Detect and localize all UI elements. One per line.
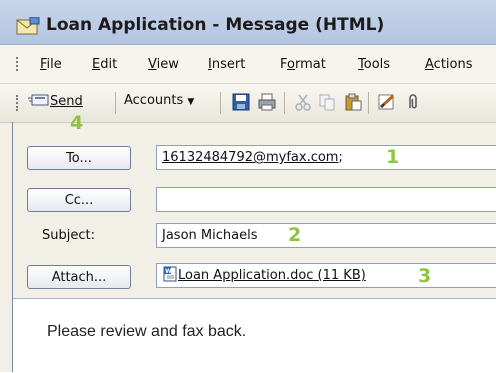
send-icon [28, 94, 49, 106]
dropdown-arrow-icon: ▼ [187, 97, 195, 107]
callout-number-4: 4 [70, 112, 84, 134]
menu-bar: File Edit View Insert Format Tools Actio… [0, 45, 496, 84]
paste-icon[interactable] [344, 93, 362, 111]
cc-button[interactable]: Cc... [27, 188, 131, 212]
callout-number-1: 1 [386, 146, 400, 168]
message-window: Loan Application - Message (HTML) File E… [0, 0, 496, 373]
cc-field[interactable] [156, 187, 496, 212]
message-body-text: Please review and fax back. [47, 323, 247, 340]
copy-icon[interactable] [318, 93, 336, 111]
menu-insert[interactable]: Insert [208, 57, 245, 72]
title-bar: Loan Application - Message (HTML) [0, 0, 496, 45]
message-envelope-icon [16, 17, 40, 35]
cut-icon[interactable] [294, 93, 312, 111]
accounts-button[interactable]: Accounts ▼ [124, 93, 194, 108]
menu-edit[interactable]: Edit [92, 57, 117, 72]
toolbar-separator [220, 92, 221, 114]
word-document-icon: W [163, 266, 177, 282]
toolbar-grip-handle[interactable] [16, 95, 21, 111]
menu-grip-handle[interactable] [16, 57, 21, 71]
subject-value: Jason Michaels [162, 228, 258, 243]
callout-number-2: 2 [288, 224, 302, 246]
menu-tools[interactable]: Tools [358, 57, 390, 72]
accounts-label: Accounts [124, 93, 184, 108]
check-names-icon[interactable] [378, 93, 396, 111]
menu-actions[interactable]: Actions [425, 57, 473, 72]
menu-file[interactable]: File [40, 57, 62, 72]
toolbar-separator [368, 92, 369, 114]
send-button[interactable]: Send [28, 92, 83, 109]
callout-number-3: 3 [418, 265, 432, 287]
to-recipient-address[interactable]: 16132484792@myfax.com [162, 150, 338, 165]
send-label: Send [50, 94, 83, 109]
svg-text:W: W [165, 268, 172, 275]
toolbar: Send Accounts ▼ 4 [0, 84, 496, 134]
toolbar-separator [115, 92, 116, 114]
attach-button[interactable]: Attach... [27, 265, 131, 289]
window-title: Loan Application - Message (HTML) [46, 15, 385, 35]
to-field[interactable]: 16132484792@myfax.com; [156, 145, 496, 170]
menu-view[interactable]: View [148, 57, 179, 72]
message-body[interactable]: Please review and fax back. [13, 298, 496, 373]
toolbar-separator [284, 92, 285, 114]
to-button[interactable]: To... [27, 146, 131, 170]
subject-label: Subject: [42, 228, 95, 243]
attachment-link[interactable]: Loan Application.doc (11 KB) [178, 268, 366, 283]
save-icon[interactable] [232, 93, 250, 111]
menu-format[interactable]: Format [280, 57, 326, 72]
attach-field[interactable]: W Loan Application.doc (11 KB) [156, 263, 496, 288]
print-icon[interactable] [258, 93, 276, 111]
subject-field[interactable]: Jason Michaels [156, 223, 496, 248]
to-separator: ; [338, 150, 343, 165]
attach-file-icon[interactable] [404, 93, 422, 111]
